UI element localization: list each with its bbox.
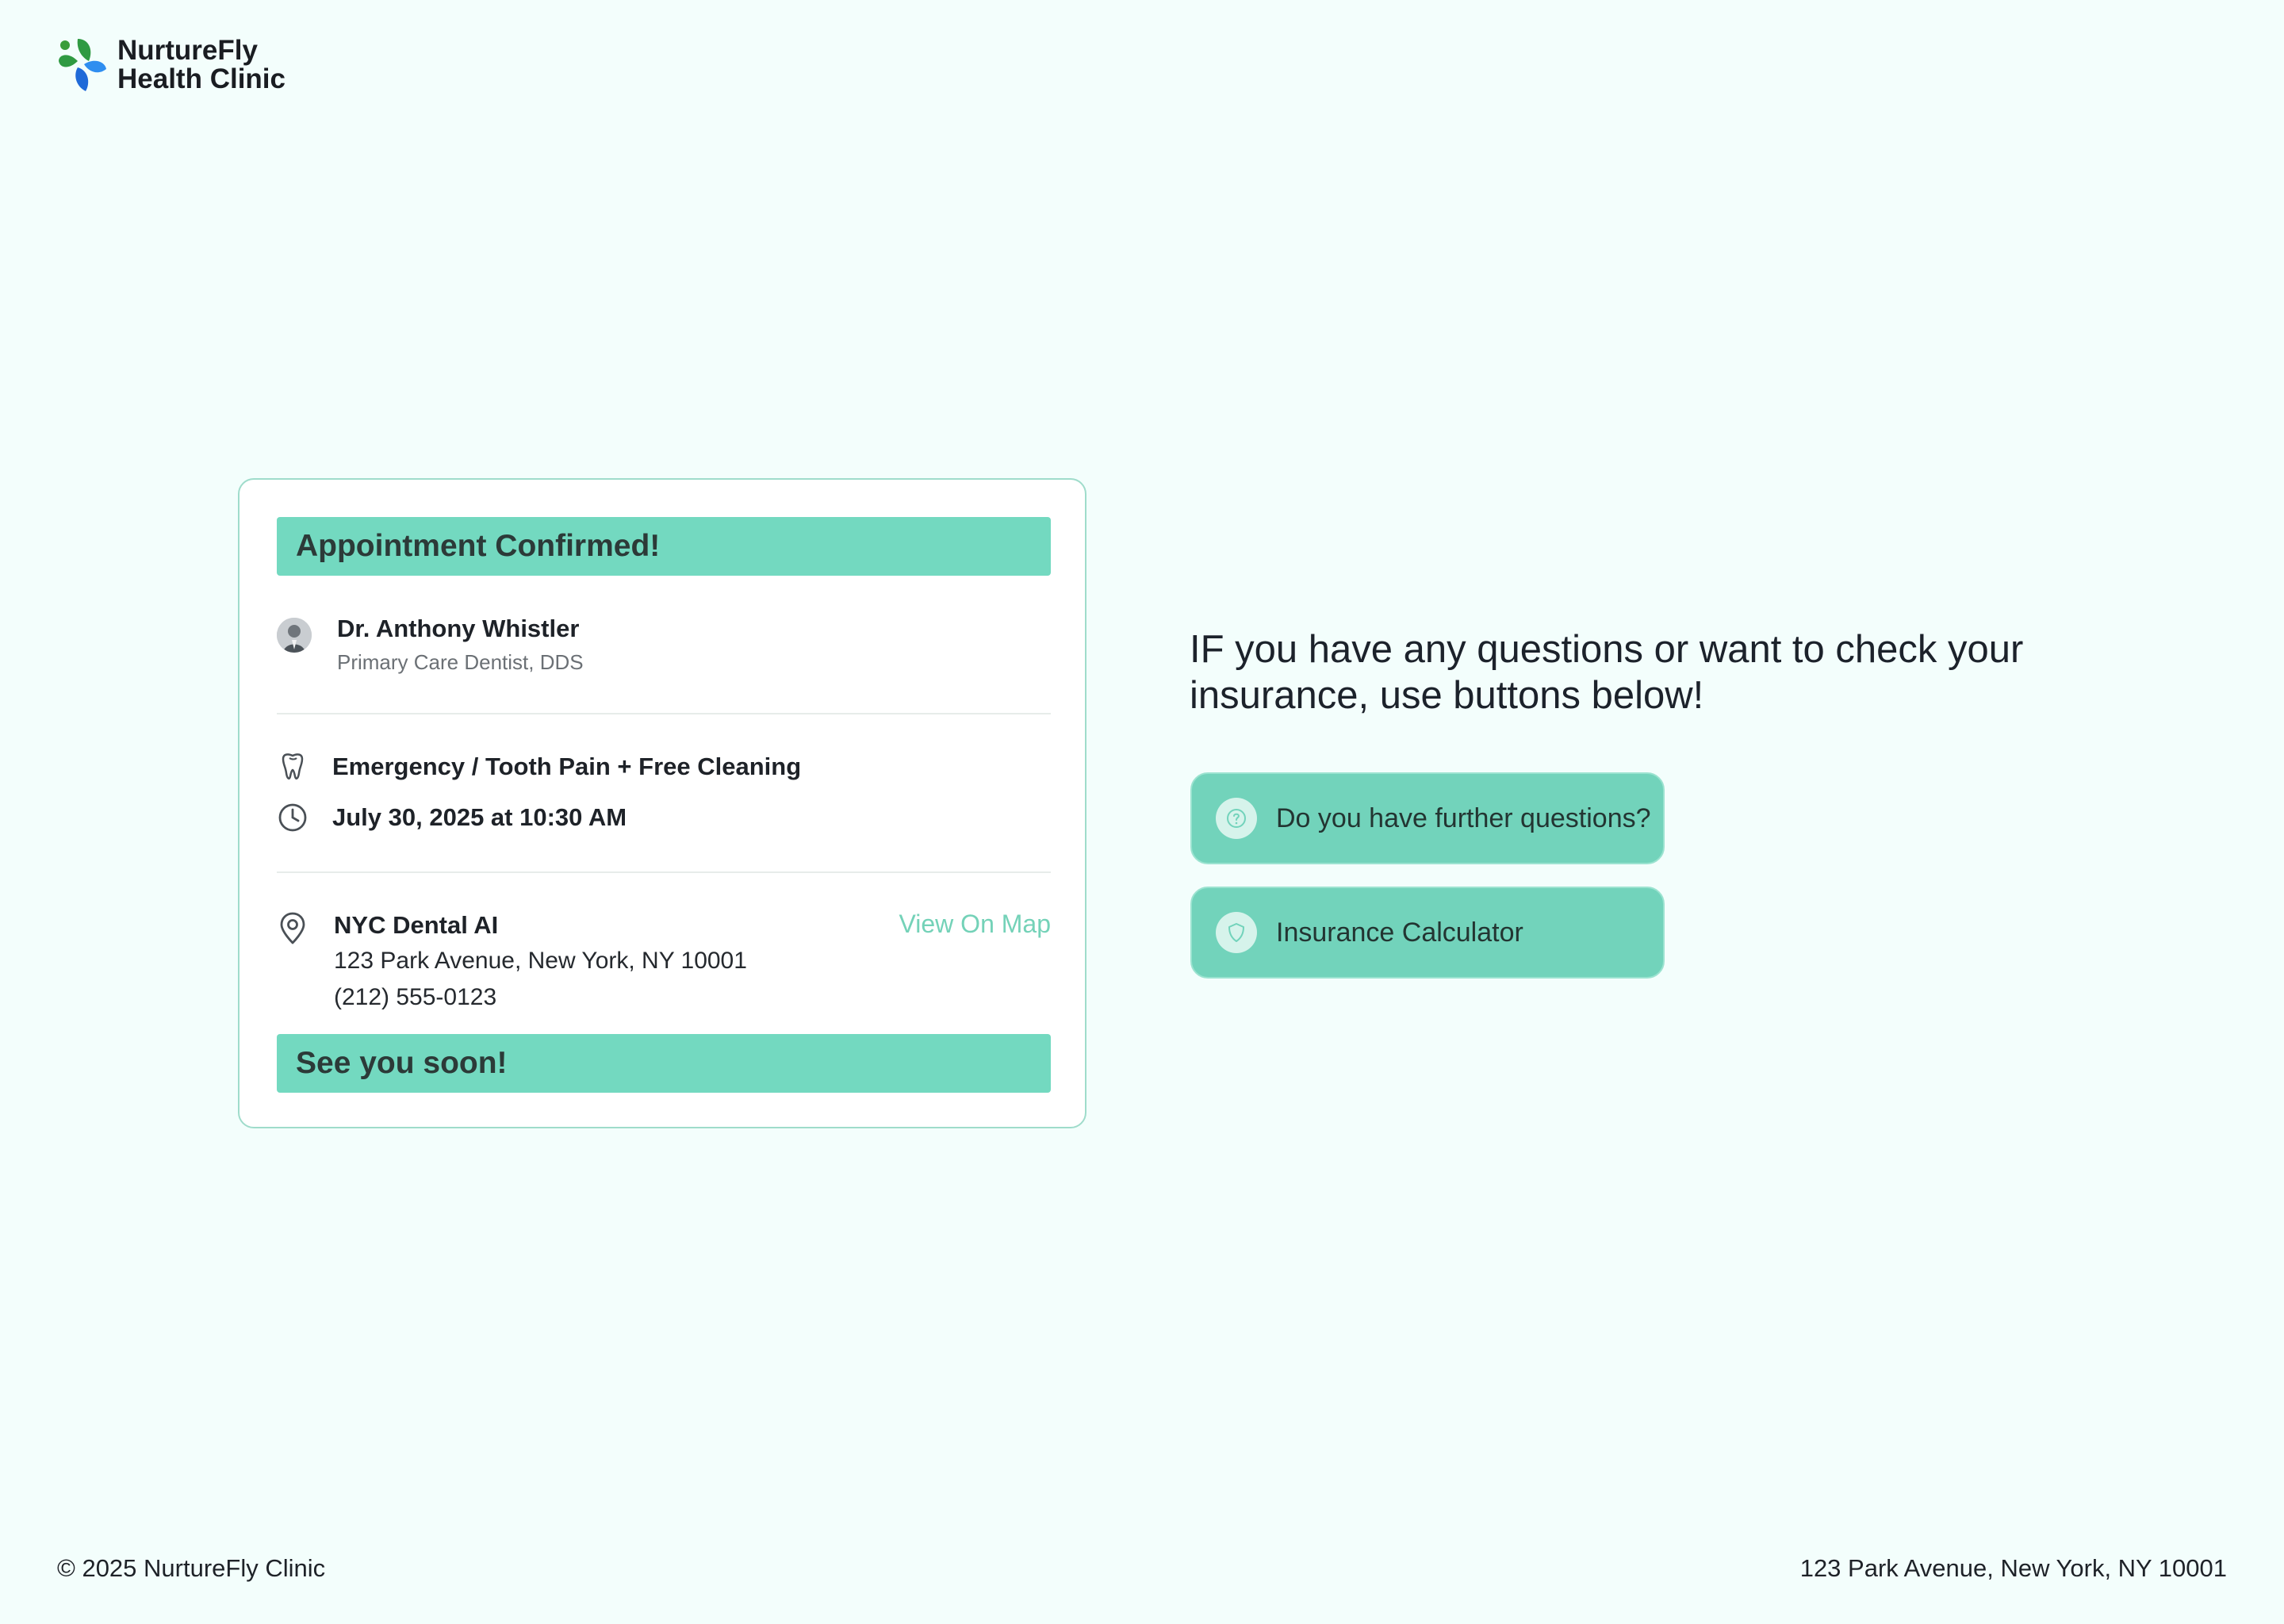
clinic-logo[interactable]: NurtureFly Health Clinic: [57, 36, 286, 94]
divider: [277, 713, 1051, 714]
datetime-row: July 30, 2025 at 10:30 AM: [277, 802, 627, 833]
appointment-datetime: July 30, 2025 at 10:30 AM: [332, 803, 627, 831]
question-circle-icon: [1216, 798, 1257, 839]
service-row: Emergency / Tooth Pain + Free Cleaning: [277, 751, 801, 783]
doctor-info: Dr. Anthony Whistler Primary Care Dentis…: [277, 613, 584, 676]
appointment-confirmed-banner: Appointment Confirmed!: [277, 517, 1051, 576]
logo-name-line1: NurtureFly: [117, 35, 258, 66]
footer-copyright: © 2025 NurtureFly Clinic: [57, 1554, 326, 1582]
location-name: NYC Dental AI: [334, 911, 499, 939]
logo-text: NurtureFly Health Clinic: [117, 36, 286, 94]
location-address: 123 Park Avenue, New York, NY 10001: [334, 948, 747, 974]
logo-name-line2: Health Clinic: [117, 63, 286, 94]
divider: [277, 871, 1051, 873]
shield-icon: [1216, 912, 1257, 953]
footer-address: 123 Park Avenue, New York, NY 10001: [1799, 1554, 2227, 1582]
help-prompt: IF you have any questions or want to che…: [1190, 628, 2024, 717]
logo-icon: [59, 39, 106, 91]
clock-icon: [278, 803, 307, 832]
further-questions-label: Do you have further questions?: [1276, 802, 1651, 833]
view-on-map-link[interactable]: View On Map: [899, 910, 1052, 939]
location-phone: (212) 555-0123: [334, 984, 497, 1010]
see-you-soon-banner: See you soon!: [277, 1034, 1051, 1093]
doctor-avatar: [277, 618, 312, 653]
map-pin-icon: [280, 912, 305, 944]
appointment-card: Appointment Confirmed! Dr. Anthony Whist…: [238, 478, 1086, 1128]
doctor-title: Primary Care Dentist, DDS: [337, 650, 584, 674]
insurance-calculator-button[interactable]: Insurance Calculator: [1190, 887, 1665, 979]
doctor-name: Dr. Anthony Whistler: [337, 615, 580, 642]
insurance-calculator-label: Insurance Calculator: [1276, 917, 1523, 948]
further-questions-button[interactable]: Do you have further questions?: [1190, 772, 1665, 864]
service-text: Emergency / Tooth Pain + Free Cleaning: [332, 753, 802, 780]
tooth-icon: [282, 753, 304, 780]
